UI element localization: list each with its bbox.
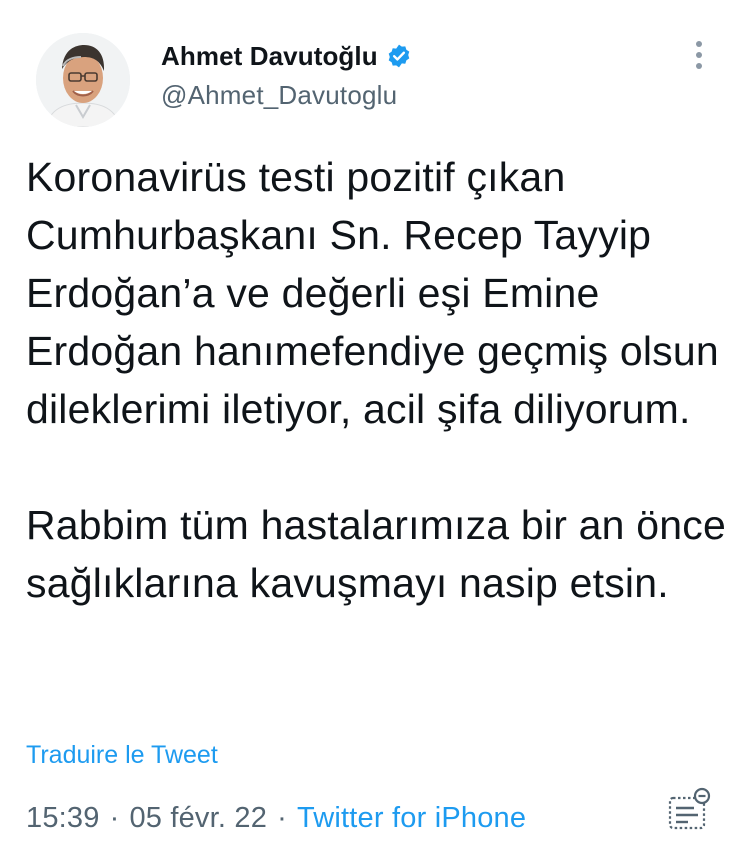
author-name[interactable]: Ahmet Davutoğlu <box>161 41 378 72</box>
author-handle[interactable]: @Ahmet_Davutoglu <box>161 80 397 111</box>
tweet-paragraph: Rabbim tüm hastalarımıza bir an önce sağ… <box>26 502 726 606</box>
more-vertical-icon <box>696 41 702 69</box>
meta-separator: · <box>277 802 287 834</box>
tweet-text: Koronavirüs testi pozitif çıkan Cumhurba… <box>26 148 726 612</box>
translate-tweet-link[interactable]: Traduire le Tweet <box>26 741 218 770</box>
author-name-row: Ahmet Davutoğlu <box>161 38 412 74</box>
avatar[interactable] <box>36 33 130 127</box>
tweet-meta: 15:39 · 05 févr. 22 · Twitter for iPhone <box>26 802 526 835</box>
tweet-source-link[interactable]: Twitter for iPhone <box>297 802 526 835</box>
tweet-time[interactable]: 15:39 <box>26 802 100 835</box>
verified-badge-icon <box>386 43 412 69</box>
tweet-date[interactable]: 05 févr. 22 <box>129 802 267 835</box>
analytics-icon[interactable] <box>664 786 712 834</box>
more-options-button[interactable] <box>684 38 714 72</box>
meta-separator: · <box>109 802 120 834</box>
person-avatar-icon <box>36 33 130 127</box>
tweet-card: Ahmet Davutoğlu @Ahmet_Davutoglu Koronav… <box>0 0 740 865</box>
tweet-paragraph: Koronavirüs testi pozitif çıkan Cumhurba… <box>26 154 719 432</box>
